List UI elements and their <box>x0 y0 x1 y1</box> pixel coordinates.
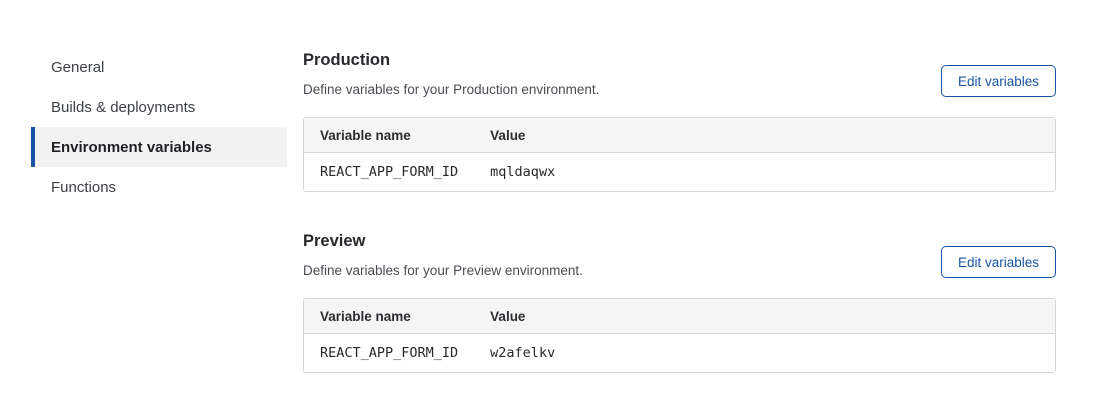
sidebar-item-label: Builds & deployments <box>51 99 195 116</box>
production-edit-variables-button[interactable]: Edit variables <box>941 65 1056 97</box>
preview-variables-table: Variable name Value REACT_APP_FORM_ID w2… <box>303 298 1056 373</box>
sidebar-item-label: General <box>51 59 104 76</box>
column-header-variable-name: Variable name <box>304 299 474 334</box>
sidebar-item-functions[interactable]: Functions <box>31 167 287 207</box>
preview-edit-variables-button[interactable]: Edit variables <box>941 246 1056 278</box>
variable-value-cell: mqldaqwx <box>474 153 1055 191</box>
sidebar-item-label: Environment variables <box>51 139 212 156</box>
variable-name-cell: REACT_APP_FORM_ID <box>304 334 474 372</box>
settings-sidebar: General Builds & deployments Environment… <box>31 47 287 373</box>
production-variables-table: Variable name Value REACT_APP_FORM_ID mq… <box>303 117 1056 192</box>
production-section: Production Edit variables Define variabl… <box>303 50 1056 192</box>
active-indicator-bar <box>31 127 35 167</box>
table-row: REACT_APP_FORM_ID mqldaqwx <box>304 153 1055 191</box>
column-header-value: Value <box>474 118 1055 153</box>
table-row: REACT_APP_FORM_ID w2afelkv <box>304 334 1055 372</box>
column-header-value: Value <box>474 299 1055 334</box>
sidebar-item-general[interactable]: General <box>31 47 287 87</box>
table-header-row: Variable name Value <box>304 118 1055 153</box>
sidebar-item-label: Functions <box>51 179 116 196</box>
environment-variables-content: Production Edit variables Define variabl… <box>303 47 1056 373</box>
settings-page: General Builds & deployments Environment… <box>0 0 1100 373</box>
variable-name-cell: REACT_APP_FORM_ID <box>304 153 474 191</box>
variable-value-cell: w2afelkv <box>474 334 1055 372</box>
column-header-variable-name: Variable name <box>304 118 474 153</box>
sidebar-item-builds-deployments[interactable]: Builds & deployments <box>31 87 287 127</box>
sidebar-item-environment-variables[interactable]: Environment variables <box>31 127 287 167</box>
preview-section: Preview Edit variables Define variables … <box>303 231 1056 373</box>
table-header-row: Variable name Value <box>304 299 1055 334</box>
